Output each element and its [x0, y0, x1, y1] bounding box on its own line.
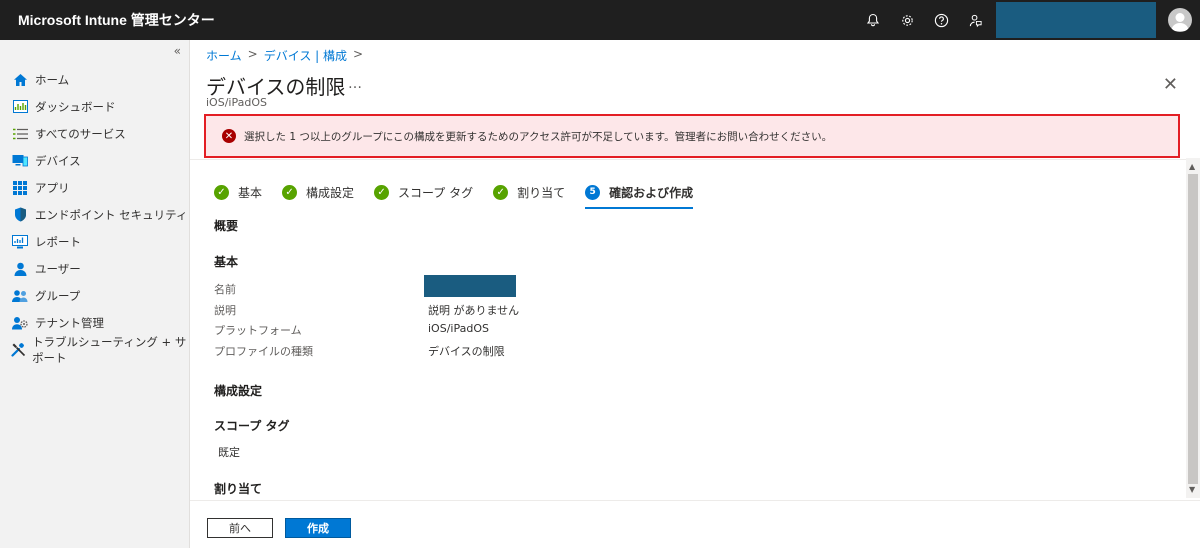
sidebar-item-label: レポート: [35, 234, 81, 249]
feedback-icon[interactable]: [958, 0, 992, 40]
breadcrumb-separator: >: [353, 47, 364, 61]
reports-icon: [11, 234, 29, 250]
close-icon[interactable]: ✕: [1163, 74, 1178, 95]
wizard-steps: ✓ 基本 ✓ 構成設定 ✓ スコープ タグ ✓ 割り当て 5 確認および作成: [214, 180, 713, 209]
field-platform-value: iOS/iPadOS: [428, 322, 489, 335]
check-icon: ✓: [214, 184, 229, 200]
app-title[interactable]: Microsoft Intune 管理センター: [0, 10, 215, 30]
nav-list: ホーム ダッシュボード すべてのサービス デバイス アプリ エンドポイント セキ…: [0, 66, 190, 365]
sidebar-item-label: ダッシュボード: [35, 99, 116, 114]
top-bar: Microsoft Intune 管理センター: [0, 0, 1200, 40]
list-icon: [11, 126, 29, 142]
help-question-icon[interactable]: [924, 0, 958, 40]
sidebar-item-label: すべてのサービス: [35, 126, 126, 141]
sidebar-nav: « ホーム ダッシュボード すべてのサービス デバイス アプリ エンドポイント …: [0, 40, 190, 548]
sidebar-item-label: エンドポイント セキュリティ: [35, 207, 188, 222]
sidebar-item-tenant-admin[interactable]: テナント管理: [0, 309, 190, 336]
sidebar-item-label: テナント管理: [35, 315, 104, 330]
sidebar-item-home[interactable]: ホーム: [0, 66, 190, 93]
apps-grid-icon: [11, 180, 29, 196]
breadcrumb-devices-config-link[interactable]: デバイス | 構成: [264, 47, 347, 64]
top-bar-actions: [856, 0, 1200, 40]
error-message: 選択した 1 つ以上のグループにこの構成を更新するためのアクセス許可が不足してい…: [244, 130, 833, 143]
avatar-icon[interactable]: [1168, 8, 1192, 32]
footer-actions: 前へ 作成: [190, 500, 1200, 548]
sidebar-item-troubleshooting[interactable]: トラブルシューティング + サポート: [0, 334, 190, 365]
sidebar-item-all-services[interactable]: すべてのサービス: [0, 120, 190, 147]
check-icon: ✓: [374, 184, 390, 200]
wrench-icon: [11, 342, 26, 358]
step-review-create[interactable]: 5 確認および作成: [585, 180, 694, 209]
main-panel: ホーム > デバイス | 構成 > デバイスの制限 … iOS/iPadOS ✕…: [190, 40, 1200, 548]
step-configuration-settings[interactable]: ✓ 構成設定: [282, 180, 354, 204]
collapse-sidebar-button[interactable]: «: [174, 44, 181, 58]
scroll-thumb[interactable]: [1188, 174, 1198, 484]
sidebar-item-label: ユーザー: [35, 261, 81, 276]
divider: [190, 159, 1200, 160]
overview-heading: 概要: [214, 219, 239, 233]
breadcrumb-separator: >: [247, 47, 258, 61]
user-account-box[interactable]: [996, 2, 1156, 38]
field-profile-type-value: デバイスの制限: [428, 345, 505, 358]
step-label: 構成設定: [306, 185, 355, 200]
check-icon: ✓: [282, 184, 298, 200]
sidebar-item-users[interactable]: ユーザー: [0, 255, 190, 282]
step-label: 確認および作成: [609, 185, 694, 200]
scope-tags-heading: スコープ タグ: [214, 419, 290, 433]
step-label: 基本: [238, 185, 263, 200]
page-subtitle: iOS/iPadOS: [206, 96, 267, 109]
sidebar-item-devices[interactable]: デバイス: [0, 147, 190, 174]
basics-heading: 基本: [214, 255, 239, 269]
tenant-admin-icon: [11, 315, 29, 331]
sidebar-item-apps[interactable]: アプリ: [0, 174, 190, 201]
notifications-bell-icon[interactable]: [856, 0, 890, 40]
scroll-up-icon[interactable]: ▲: [1189, 162, 1195, 171]
sidebar-item-dashboard[interactable]: ダッシュボード: [0, 93, 190, 120]
assignments-heading: 割り当て: [214, 482, 263, 496]
step-label: 割り当て: [517, 185, 566, 200]
scope-tag-value: 既定: [218, 446, 240, 459]
devices-icon: [11, 153, 29, 169]
configuration-settings-heading: 構成設定: [214, 384, 263, 398]
step-label: スコープ タグ: [398, 185, 474, 200]
sidebar-item-groups[interactable]: グループ: [0, 282, 190, 309]
settings-gear-icon[interactable]: [890, 0, 924, 40]
sidebar-item-label: グループ: [35, 288, 81, 303]
step-basics[interactable]: ✓ 基本: [214, 180, 262, 204]
scroll-down-icon[interactable]: ▼: [1189, 485, 1195, 494]
vertical-scrollbar[interactable]: ▲ ▼: [1186, 158, 1200, 498]
step-scope-tags[interactable]: ✓ スコープ タグ: [374, 180, 473, 204]
field-name-label: 名前: [214, 283, 236, 296]
breadcrumb-home-link[interactable]: ホーム: [206, 47, 242, 64]
step-assignments[interactable]: ✓ 割り当て: [493, 180, 565, 204]
field-description-label: 説明: [214, 304, 236, 317]
sidebar-item-reports[interactable]: レポート: [0, 228, 190, 255]
field-profile-type-label: プロファイルの種類: [214, 345, 313, 358]
create-button[interactable]: 作成: [285, 518, 351, 538]
shield-icon: [11, 207, 29, 223]
sidebar-item-label: トラブルシューティング + サポート: [32, 334, 187, 365]
home-icon: [11, 72, 29, 88]
step-number-icon: 5: [585, 184, 601, 200]
sidebar-item-label: アプリ: [35, 180, 70, 195]
error-icon: ✕: [222, 129, 236, 143]
check-icon: ✓: [493, 184, 509, 200]
dashboard-icon: [11, 99, 29, 115]
field-platform-label: プラットフォーム: [214, 324, 302, 337]
sidebar-item-label: デバイス: [35, 153, 81, 168]
sidebar-item-endpoint-security[interactable]: エンドポイント セキュリティ: [0, 201, 190, 228]
user-icon: [11, 261, 29, 277]
breadcrumb: ホーム > デバイス | 構成 >: [206, 47, 363, 64]
field-description-value: 説明 がありません: [428, 304, 520, 317]
more-options-button[interactable]: …: [348, 76, 362, 92]
group-icon: [11, 288, 29, 304]
error-banner: ✕ 選択した 1 つ以上のグループにこの構成を更新するためのアクセス許可が不足し…: [206, 116, 1178, 156]
field-name-value-redacted: [424, 275, 516, 297]
back-button[interactable]: 前へ: [207, 518, 273, 538]
sidebar-item-label: ホーム: [35, 72, 70, 87]
